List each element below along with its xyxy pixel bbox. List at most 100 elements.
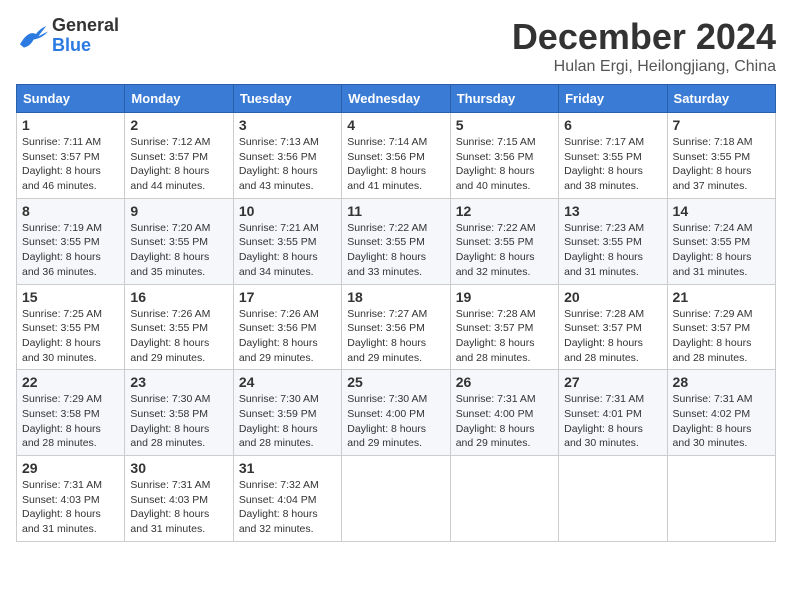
calendar-cell: 5 Sunrise: 7:15 AMSunset: 3:56 PMDayligh… [450,113,558,199]
calendar-cell: 16 Sunrise: 7:26 AMSunset: 3:55 PMDaylig… [125,284,233,370]
day-detail: Sunrise: 7:18 AMSunset: 3:55 PMDaylight:… [673,136,753,192]
logo-blue: Blue [52,36,119,56]
day-header-friday: Friday [559,85,667,113]
day-detail: Sunrise: 7:21 AMSunset: 3:55 PMDaylight:… [239,222,319,278]
calendar-cell: 6 Sunrise: 7:17 AMSunset: 3:55 PMDayligh… [559,113,667,199]
day-header-saturday: Saturday [667,85,775,113]
day-detail: Sunrise: 7:11 AMSunset: 3:57 PMDaylight:… [22,136,101,192]
calendar-week-row: 8 Sunrise: 7:19 AMSunset: 3:55 PMDayligh… [17,198,776,284]
day-number: 15 [22,289,119,305]
day-number: 31 [239,460,336,476]
day-detail: Sunrise: 7:19 AMSunset: 3:55 PMDaylight:… [22,222,102,278]
day-detail: Sunrise: 7:24 AMSunset: 3:55 PMDaylight:… [673,222,753,278]
day-number: 29 [22,460,119,476]
day-number: 20 [564,289,661,305]
day-detail: Sunrise: 7:31 AMSunset: 4:03 PMDaylight:… [22,479,102,535]
logo-general: General [52,16,119,36]
logo-text: General Blue [52,16,119,56]
calendar-week-row: 29 Sunrise: 7:31 AMSunset: 4:03 PMDaylig… [17,456,776,542]
day-header-thursday: Thursday [450,85,558,113]
calendar-cell: 21 Sunrise: 7:29 AMSunset: 3:57 PMDaylig… [667,284,775,370]
day-detail: Sunrise: 7:31 AMSunset: 4:00 PMDaylight:… [456,393,536,449]
day-detail: Sunrise: 7:14 AMSunset: 3:56 PMDaylight:… [347,136,427,192]
calendar-cell: 15 Sunrise: 7:25 AMSunset: 3:55 PMDaylig… [17,284,125,370]
calendar-cell: 24 Sunrise: 7:30 AMSunset: 3:59 PMDaylig… [233,370,341,456]
day-number: 2 [130,117,227,133]
calendar-cell: 30 Sunrise: 7:31 AMSunset: 4:03 PMDaylig… [125,456,233,542]
day-detail: Sunrise: 7:26 AMSunset: 3:56 PMDaylight:… [239,308,319,364]
logo: General Blue [16,16,119,56]
day-detail: Sunrise: 7:25 AMSunset: 3:55 PMDaylight:… [22,308,102,364]
calendar-cell: 26 Sunrise: 7:31 AMSunset: 4:00 PMDaylig… [450,370,558,456]
day-detail: Sunrise: 7:32 AMSunset: 4:04 PMDaylight:… [239,479,319,535]
calendar-cell: 1 Sunrise: 7:11 AMSunset: 3:57 PMDayligh… [17,113,125,199]
day-number: 8 [22,203,119,219]
day-detail: Sunrise: 7:26 AMSunset: 3:55 PMDaylight:… [130,308,210,364]
day-number: 4 [347,117,444,133]
day-detail: Sunrise: 7:12 AMSunset: 3:57 PMDaylight:… [130,136,210,192]
day-header-wednesday: Wednesday [342,85,450,113]
day-number: 17 [239,289,336,305]
calendar-cell: 4 Sunrise: 7:14 AMSunset: 3:56 PMDayligh… [342,113,450,199]
day-detail: Sunrise: 7:30 AMSunset: 3:58 PMDaylight:… [130,393,210,449]
calendar-cell [450,456,558,542]
calendar-week-row: 15 Sunrise: 7:25 AMSunset: 3:55 PMDaylig… [17,284,776,370]
calendar-cell: 23 Sunrise: 7:30 AMSunset: 3:58 PMDaylig… [125,370,233,456]
calendar-cell: 8 Sunrise: 7:19 AMSunset: 3:55 PMDayligh… [17,198,125,284]
day-number: 21 [673,289,770,305]
day-detail: Sunrise: 7:27 AMSunset: 3:56 PMDaylight:… [347,308,427,364]
calendar-cell: 10 Sunrise: 7:21 AMSunset: 3:55 PMDaylig… [233,198,341,284]
calendar-cell: 17 Sunrise: 7:26 AMSunset: 3:56 PMDaylig… [233,284,341,370]
calendar-cell: 7 Sunrise: 7:18 AMSunset: 3:55 PMDayligh… [667,113,775,199]
calendar-cell: 13 Sunrise: 7:23 AMSunset: 3:55 PMDaylig… [559,198,667,284]
calendar-cell: 2 Sunrise: 7:12 AMSunset: 3:57 PMDayligh… [125,113,233,199]
day-detail: Sunrise: 7:28 AMSunset: 3:57 PMDaylight:… [456,308,536,364]
calendar-cell: 22 Sunrise: 7:29 AMSunset: 3:58 PMDaylig… [17,370,125,456]
day-number: 27 [564,374,661,390]
day-number: 3 [239,117,336,133]
day-detail: Sunrise: 7:29 AMSunset: 3:57 PMDaylight:… [673,308,753,364]
calendar-cell [342,456,450,542]
logo-bird-icon [16,22,48,50]
day-header-tuesday: Tuesday [233,85,341,113]
day-number: 14 [673,203,770,219]
calendar-cell: 18 Sunrise: 7:27 AMSunset: 3:56 PMDaylig… [342,284,450,370]
day-number: 9 [130,203,227,219]
day-number: 11 [347,203,444,219]
day-detail: Sunrise: 7:31 AMSunset: 4:01 PMDaylight:… [564,393,644,449]
day-detail: Sunrise: 7:23 AMSunset: 3:55 PMDaylight:… [564,222,644,278]
day-number: 1 [22,117,119,133]
calendar-table: SundayMondayTuesdayWednesdayThursdayFrid… [16,84,776,542]
day-detail: Sunrise: 7:13 AMSunset: 3:56 PMDaylight:… [239,136,319,192]
calendar-cell: 31 Sunrise: 7:32 AMSunset: 4:04 PMDaylig… [233,456,341,542]
day-number: 19 [456,289,553,305]
day-number: 6 [564,117,661,133]
day-detail: Sunrise: 7:31 AMSunset: 4:02 PMDaylight:… [673,393,753,449]
page-header: General Blue December 2024 Hulan Ergi, H… [16,16,776,76]
calendar-week-row: 1 Sunrise: 7:11 AMSunset: 3:57 PMDayligh… [17,113,776,199]
day-number: 12 [456,203,553,219]
calendar-cell: 19 Sunrise: 7:28 AMSunset: 3:57 PMDaylig… [450,284,558,370]
title-area: December 2024 Hulan Ergi, Heilongjiang, … [512,16,776,76]
day-number: 7 [673,117,770,133]
calendar-cell: 25 Sunrise: 7:30 AMSunset: 4:00 PMDaylig… [342,370,450,456]
day-number: 30 [130,460,227,476]
day-detail: Sunrise: 7:31 AMSunset: 4:03 PMDaylight:… [130,479,210,535]
day-detail: Sunrise: 7:15 AMSunset: 3:56 PMDaylight:… [456,136,536,192]
day-detail: Sunrise: 7:28 AMSunset: 3:57 PMDaylight:… [564,308,644,364]
calendar-cell [667,456,775,542]
day-number: 22 [22,374,119,390]
calendar-week-row: 22 Sunrise: 7:29 AMSunset: 3:58 PMDaylig… [17,370,776,456]
day-detail: Sunrise: 7:30 AMSunset: 4:00 PMDaylight:… [347,393,427,449]
day-number: 24 [239,374,336,390]
calendar-cell: 9 Sunrise: 7:20 AMSunset: 3:55 PMDayligh… [125,198,233,284]
day-number: 13 [564,203,661,219]
day-detail: Sunrise: 7:20 AMSunset: 3:55 PMDaylight:… [130,222,210,278]
day-number: 26 [456,374,553,390]
calendar-cell: 11 Sunrise: 7:22 AMSunset: 3:55 PMDaylig… [342,198,450,284]
calendar-cell: 29 Sunrise: 7:31 AMSunset: 4:03 PMDaylig… [17,456,125,542]
calendar-header-row: SundayMondayTuesdayWednesdayThursdayFrid… [17,85,776,113]
day-detail: Sunrise: 7:17 AMSunset: 3:55 PMDaylight:… [564,136,644,192]
calendar-cell: 20 Sunrise: 7:28 AMSunset: 3:57 PMDaylig… [559,284,667,370]
calendar-cell: 27 Sunrise: 7:31 AMSunset: 4:01 PMDaylig… [559,370,667,456]
